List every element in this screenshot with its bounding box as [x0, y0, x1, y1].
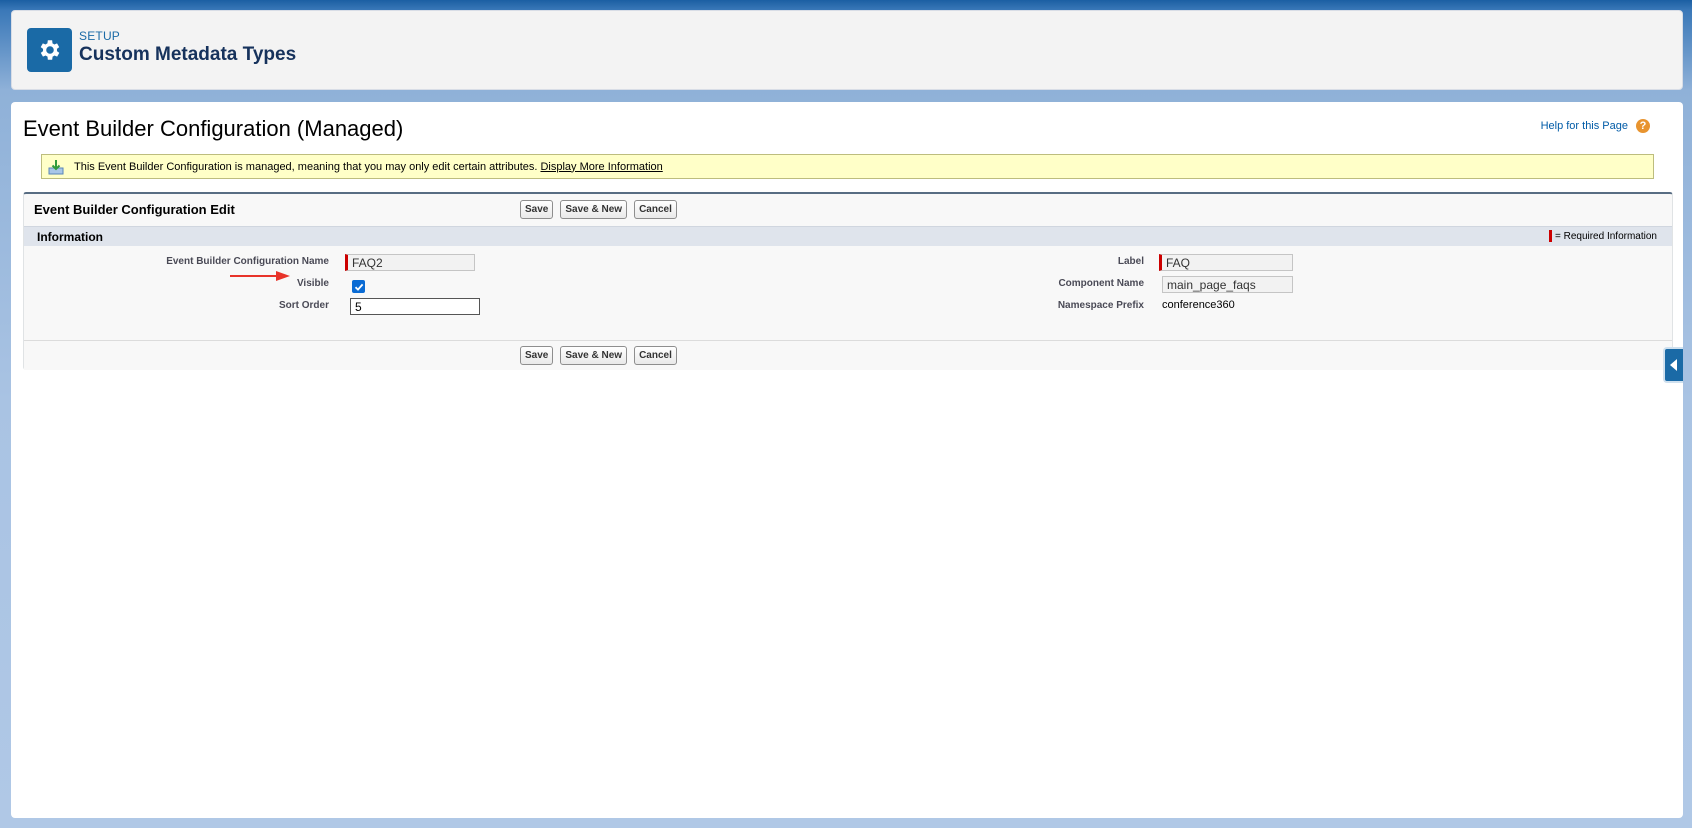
save-button[interactable]: Save — [520, 346, 554, 365]
cancel-button[interactable]: Cancel — [634, 346, 677, 365]
help-link-label[interactable]: Help for this Page — [1541, 120, 1628, 132]
help-link[interactable]: Help for this Page ? — [1541, 119, 1650, 133]
setup-eyebrow[interactable]: SETUP — [79, 29, 120, 43]
edit-title: Event Builder Configuration Edit — [34, 202, 235, 217]
namespace-prefix-value: conference360 — [1162, 299, 1235, 311]
sort-order-label: Sort Order — [278, 300, 329, 311]
top-button-row: Save Save & New Cancel — [520, 200, 677, 219]
label-label: Label — [1117, 256, 1144, 267]
required-marker — [1548, 230, 1552, 242]
component-name-field[interactable] — [1162, 276, 1293, 293]
sidebar-toggle-tab[interactable] — [1663, 347, 1683, 383]
namespace-prefix-label: Namespace Prefix — [1057, 300, 1144, 311]
save-button[interactable]: Save — [520, 200, 554, 219]
check-icon — [354, 283, 363, 291]
page-title: Event Builder Configuration (Managed) — [23, 116, 404, 141]
gear-icon — [27, 28, 72, 72]
config-name-field[interactable] — [345, 254, 475, 271]
main-panel: Event Builder Configuration (Managed) He… — [11, 102, 1683, 818]
help-icon[interactable]: ? — [1636, 119, 1650, 133]
config-name-label: Event Builder Configuration Name — [166, 256, 329, 267]
label-field[interactable] — [1159, 254, 1293, 271]
sort-order-input[interactable] — [350, 298, 480, 315]
setup-title: Custom Metadata Types — [79, 44, 297, 65]
required-info-legend: = Required Information — [1548, 230, 1657, 242]
banner-text: This Event Builder Configuration is mana… — [74, 160, 538, 173]
edit-footer: Save Save & New Cancel — [24, 340, 1672, 370]
information-section-header: Information = Required Information — [24, 226, 1672, 246]
edit-block: Event Builder Configuration Edit Save Sa… — [23, 192, 1673, 370]
display-more-info-link[interactable]: Display More Information — [540, 161, 662, 173]
download-icon — [48, 159, 64, 174]
bottom-button-row: Save Save & New Cancel — [520, 346, 677, 365]
section-title: Information — [37, 230, 103, 244]
setup-header: SETUP Custom Metadata Types — [11, 10, 1683, 90]
visible-label: Visible — [296, 278, 329, 289]
managed-info-banner: This Event Builder Configuration is mana… — [41, 154, 1654, 179]
save-and-new-button[interactable]: Save & New — [560, 346, 628, 365]
chevron-left-icon — [1670, 359, 1677, 371]
save-and-new-button[interactable]: Save & New — [560, 200, 628, 219]
required-info-text: = Required Information — [1554, 230, 1657, 242]
visible-checkbox[interactable] — [352, 280, 365, 293]
component-name-label: Component Name — [1058, 278, 1144, 289]
cancel-button[interactable]: Cancel — [634, 200, 677, 219]
